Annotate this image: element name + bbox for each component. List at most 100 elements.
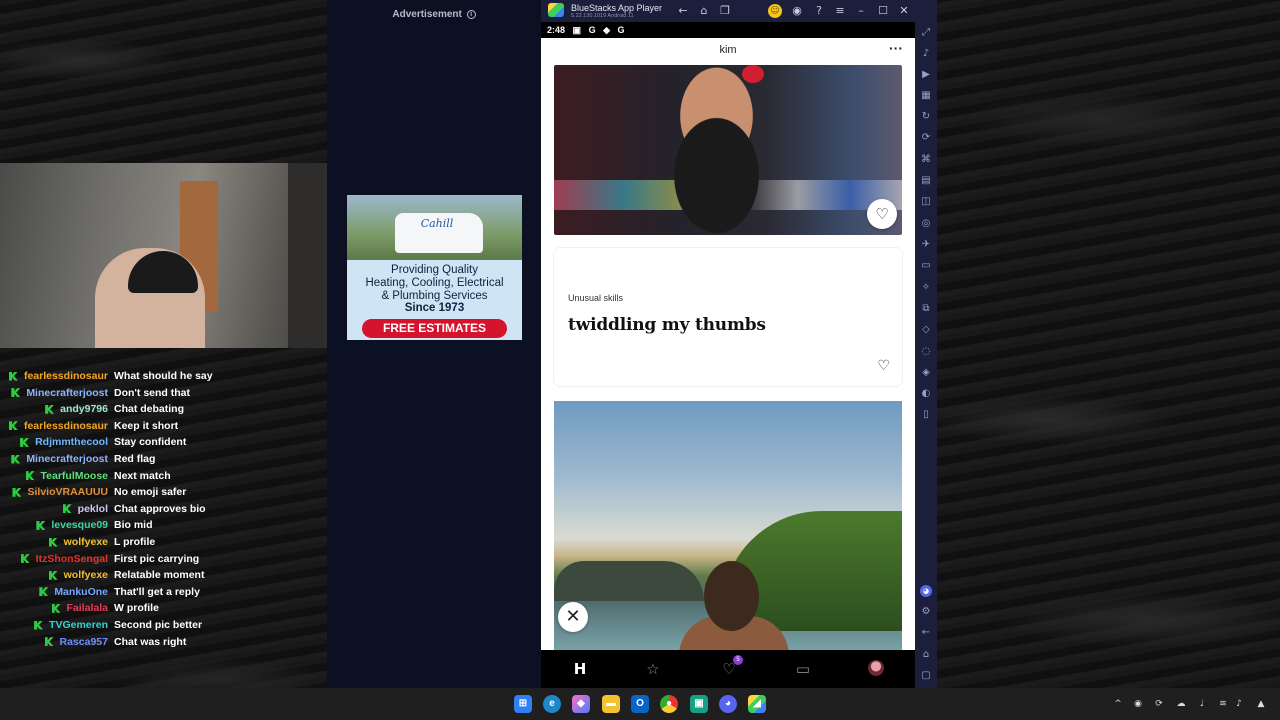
like-prompt-heart-icon[interactable]: ♡ (877, 358, 890, 374)
shield-icon: ◆ (603, 25, 611, 35)
chat-text: Stay confident (114, 436, 187, 449)
profile-photo-1[interactable]: ♡ (554, 65, 902, 235)
nav-standouts-icon[interactable]: ☆ (641, 659, 665, 679)
tray-cloud-icon[interactable]: ☁ (1175, 697, 1187, 711)
chat-username[interactable]: wolfyexe (64, 536, 108, 548)
minimize-icon[interactable]: – (854, 4, 868, 18)
chat-message: Minecrafterjoost Don't send that (0, 385, 190, 401)
chat-username[interactable]: Minecrafterjoost (26, 453, 108, 465)
chat-username[interactable]: Rasca957 (60, 636, 108, 648)
ad-line-1: Providing Quality (391, 264, 478, 276)
chat-badge-icon (20, 554, 30, 564)
record-icon[interactable]: ◎ (920, 218, 932, 230)
airplane-icon[interactable]: ✈ (920, 239, 932, 251)
free-estimates-button[interactable]: FREE ESTIMATES (362, 319, 507, 338)
android-recents-icon[interactable]: ▢ (920, 670, 932, 682)
eco-icon[interactable]: ◐ (920, 388, 932, 400)
chat-username[interactable]: wolfyexe (64, 569, 108, 581)
webcam-shelf (288, 163, 331, 348)
edge-icon[interactable]: e (543, 695, 561, 713)
chat-username[interactable]: Failalala (67, 602, 108, 614)
prompt-card[interactable]: Unusual skills twiddling my thumbs ♡ (554, 248, 902, 386)
chat-badge-icon (39, 587, 49, 597)
chat-username[interactable]: Minecrafterjoost (26, 387, 108, 399)
apk-icon[interactable]: ▤ (920, 175, 932, 187)
chat-text: Second pic better (114, 619, 203, 631)
chat-username[interactable]: andy9796 (60, 403, 108, 415)
info-icon[interactable]: i (466, 9, 476, 19)
outlook-icon[interactable]: O (631, 695, 649, 713)
file-explorer-icon[interactable]: ▬ (602, 695, 620, 713)
game-icon[interactable]: ▦ (920, 90, 932, 102)
chat-username[interactable]: MankuOne (54, 586, 108, 598)
back-icon[interactable]: ← (676, 4, 690, 18)
chat-username[interactable]: TVGemeren (49, 619, 108, 631)
chat-username[interactable]: fearlessdinosaur (24, 370, 108, 382)
tray-chevron-icon[interactable]: ^ (1112, 697, 1124, 711)
terminal-icon[interactable]: ▣ (690, 695, 708, 713)
location-icon[interactable]: ✧ (920, 282, 932, 294)
settings-icon[interactable]: ⚙ (920, 606, 932, 618)
ad-column: Advertisement i Cahill Providing Quality… (327, 0, 541, 688)
home-icon[interactable]: ⌂ (697, 4, 711, 18)
multi-instance-icon[interactable]: ⧉ (920, 303, 932, 315)
like-photo-heart-icon[interactable]: ♡ (867, 199, 897, 229)
skip-x-icon[interactable]: ✕ (558, 602, 588, 632)
fullscreen-icon[interactable]: ⤢ (920, 27, 932, 39)
bluestacks-taskbar-icon[interactable]: ◢ (748, 695, 766, 713)
chat-text: W profile (114, 602, 159, 615)
close-icon[interactable]: ✕ (897, 4, 911, 18)
chat-username[interactable]: Rdjmmthecool (35, 436, 108, 448)
menu-icon[interactable]: ≡ (833, 4, 847, 18)
book-icon[interactable]: ▯ (920, 409, 932, 421)
chat-badge-icon (48, 537, 58, 547)
chrome-icon[interactable]: ● (660, 695, 678, 713)
discord-taskbar-icon[interactable]: ◕ (719, 695, 737, 713)
folder-icon[interactable]: ▭ (920, 260, 932, 272)
notification-bell-icon[interactable]: ▲ (1255, 697, 1267, 711)
layers-icon[interactable]: ◈ (920, 367, 932, 379)
screenshot-icon[interactable]: ◫ (920, 196, 932, 208)
chat-badge-icon (34, 620, 44, 630)
shake-icon[interactable]: ◌ (920, 346, 932, 358)
ad-banner[interactable]: Cahill Providing Quality Heating, Coolin… (347, 195, 522, 340)
media-icon[interactable]: ▶ (920, 69, 932, 81)
chat-username[interactable]: TearfulMoose (41, 470, 108, 482)
account-icon[interactable]: ◉ (790, 4, 804, 18)
microphone-icon[interactable]: ♩ (1196, 697, 1208, 711)
rotate-icon[interactable]: ↻ (920, 111, 932, 123)
nav-matches-icon[interactable]: ▭ (791, 659, 815, 679)
sync-icon[interactable]: ⟳ (920, 132, 932, 144)
more-options-icon[interactable]: ··· (889, 40, 903, 56)
volume-tray-icon[interactable]: ♪ (1233, 697, 1245, 711)
bluestacks-logo (548, 3, 564, 17)
chat-message: TVGemeren Second pic better (0, 617, 202, 633)
discord-icon[interactable]: ◕ (920, 585, 932, 597)
nav-discover-icon[interactable]: H (568, 659, 592, 679)
profile-photo-2[interactable] (554, 401, 902, 651)
nav-profile-avatar[interactable] (868, 660, 884, 676)
status-bar: 2:48 ▣ G ◆ G (541, 22, 915, 38)
macro-icon[interactable]: ⌘ (920, 154, 932, 166)
volume-icon[interactable]: ♪ (920, 48, 932, 60)
coin-icon[interactable]: ☺ (768, 4, 782, 18)
eraser-icon[interactable]: ◇ (920, 324, 932, 336)
chat-text: Don't send that (114, 386, 190, 399)
bottom-nav: H ☆ ♡ 5 ▭ (541, 650, 915, 688)
multitask-icon[interactable]: ❐ (718, 4, 732, 18)
chat-username[interactable]: SilvioVRAAUUU (27, 486, 108, 498)
chat-username[interactable]: fearlessdinosaur (24, 420, 108, 432)
chat-username[interactable]: peklol (78, 503, 108, 515)
help-icon[interactable]: ? (812, 4, 826, 18)
wifi-icon[interactable]: ≋ (1217, 697, 1229, 711)
chat-username[interactable]: levesque09 (51, 519, 108, 531)
android-home-icon[interactable]: ⌂ (920, 649, 932, 661)
android-back-icon[interactable]: ← (920, 627, 932, 639)
chat-username[interactable]: ItzShonSengal (36, 553, 108, 565)
start-icon[interactable]: ⊞ (514, 695, 532, 713)
maximize-icon[interactable]: ☐ (876, 4, 890, 18)
tray-sync-icon[interactable]: ⟳ (1153, 697, 1165, 711)
hair-bow (742, 65, 764, 83)
copilot-icon[interactable]: ◆ (572, 695, 590, 713)
tray-app-icon[interactable]: ◉ (1132, 697, 1144, 711)
